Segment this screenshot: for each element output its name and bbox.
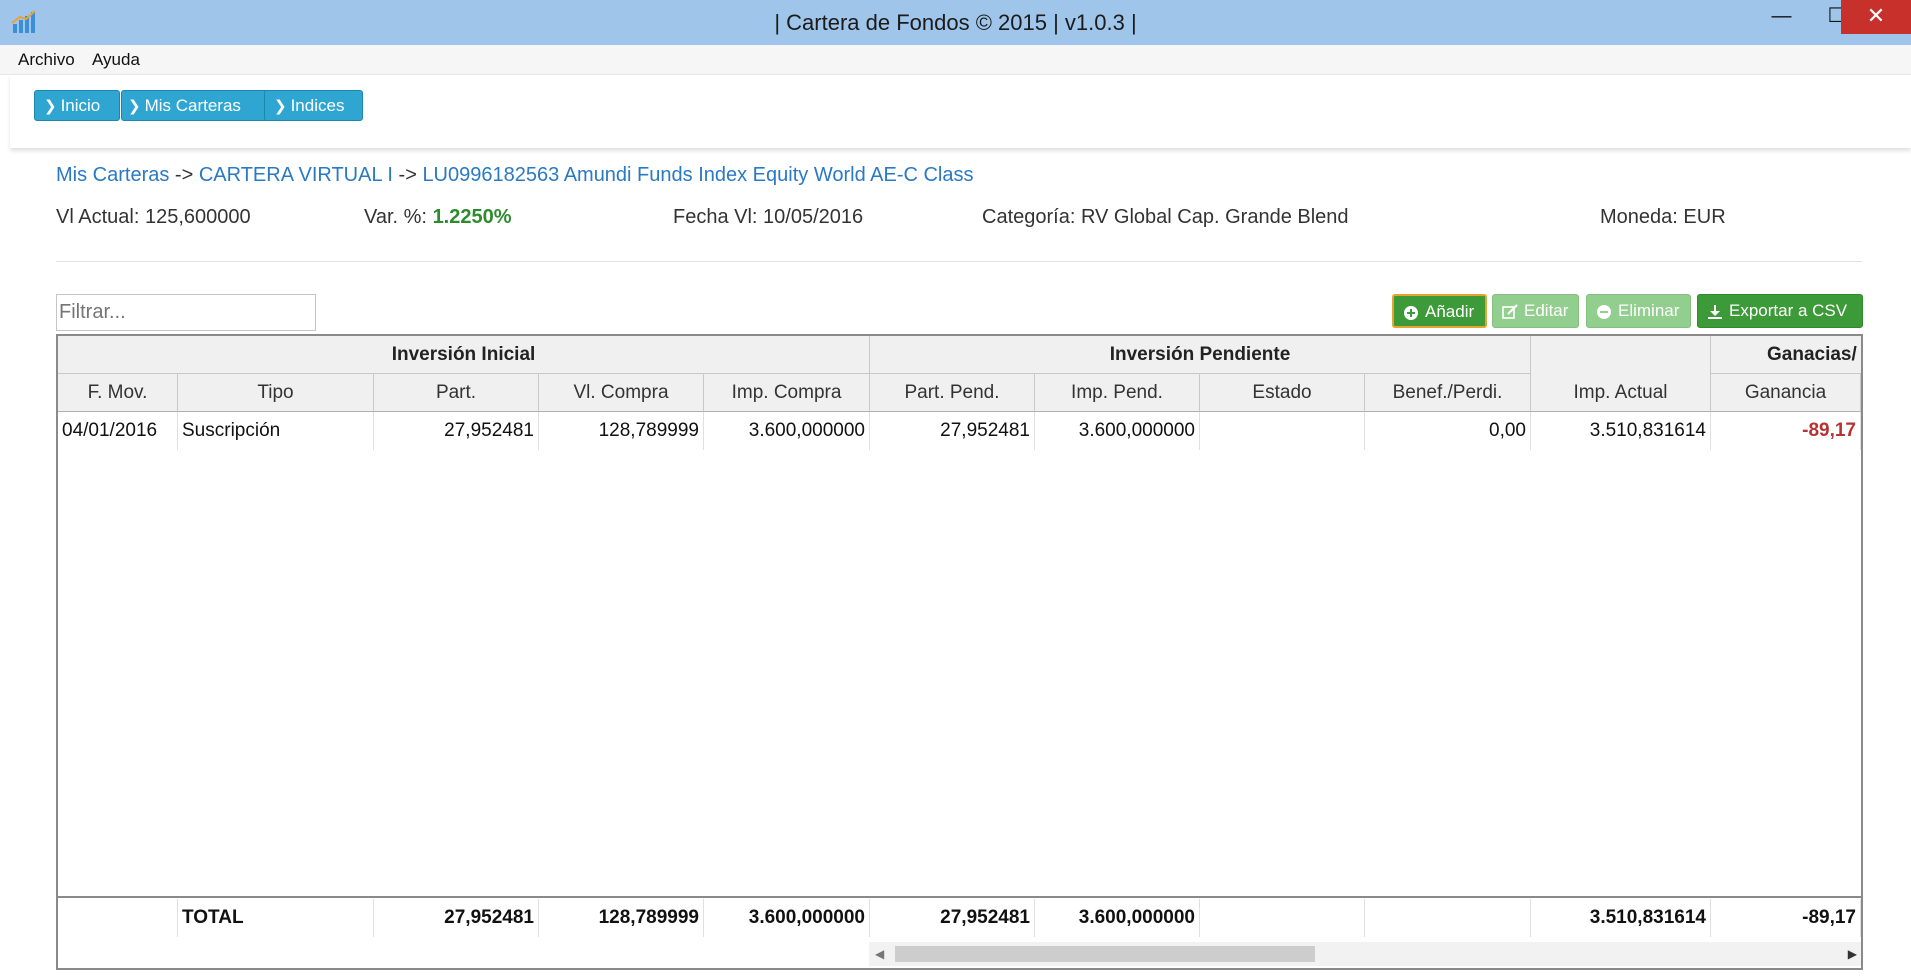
fecha-label: Fecha Vl:: [673, 206, 758, 228]
cell-vl-compra: 128,789999: [539, 412, 704, 450]
categoria-label: Categoría:: [982, 206, 1076, 228]
vl-actual-value: 125,600000: [144, 206, 251, 228]
nav-indices-label: Indices: [290, 96, 345, 115]
add-button[interactable]: Añadir: [1392, 294, 1487, 328]
total-benef-perdi: [1365, 899, 1531, 937]
column-header-imp-compra[interactable]: Imp. Compra: [704, 374, 870, 412]
filter-input[interactable]: [56, 294, 316, 331]
scroll-right-arrow-icon[interactable]: ▶: [1848, 942, 1857, 966]
minimize-button[interactable]: —: [1754, 0, 1809, 34]
total-label: TOTAL: [178, 899, 374, 937]
cell-ganancia: -89,17: [1711, 412, 1861, 450]
cell-imp-compra: 3.600,000000: [704, 412, 870, 450]
window-title: | Cartera de Fondos © 2015 | v1.0.3 |: [774, 10, 1137, 35]
plus-circle-icon: [1404, 306, 1418, 320]
total-vl-compra: 128,789999: [539, 899, 704, 937]
total-estado: [1200, 899, 1365, 937]
cell-part-pend: 27,952481: [870, 412, 1035, 450]
horizontal-scrollbar[interactable]: ◀ ▶: [869, 942, 1861, 966]
vl-actual-label: Vl Actual:: [56, 206, 140, 228]
breadcrumb-portfolio-link[interactable]: CARTERA VIRTUAL I: [199, 164, 393, 186]
cell-f-mov: 04/01/2016: [58, 412, 178, 450]
column-header-tipo[interactable]: Tipo: [178, 374, 374, 412]
column-header-imp-pend[interactable]: Imp. Pend.: [1035, 374, 1200, 412]
nav-mis-carteras-button[interactable]: ❯ Mis Carteras: [121, 90, 269, 121]
minus-circle-icon: [1597, 305, 1611, 319]
nav-inicio-button[interactable]: ❯ Inicio: [34, 90, 120, 121]
total-imp-compra: 3.600,000000: [704, 899, 870, 937]
download-icon: [1708, 305, 1722, 319]
chevron-right-icon: ❯: [44, 98, 57, 115]
breadcrumb-mis-carteras-link[interactable]: Mis Carteras: [56, 164, 169, 186]
chevron-right-icon: ❯: [274, 98, 287, 115]
nav-inicio-label: Inicio: [60, 96, 101, 115]
cell-benef-perdi: 0,00: [1365, 412, 1531, 450]
breadcrumb: Mis Carteras -> CARTERA VIRTUAL I -> LU0…: [56, 164, 974, 187]
total-part-pend: 27,952481: [870, 899, 1035, 937]
nav-indices-button[interactable]: ❯ Indices: [264, 90, 363, 121]
moneda-label: Moneda:: [1600, 206, 1678, 228]
export-csv-button[interactable]: Exportar a CSV: [1697, 294, 1863, 328]
scrollbar-thumb[interactable]: [895, 946, 1315, 962]
edit-icon: [1502, 304, 1518, 319]
movements-table: Inversión Inicial Inversión Pendiente Ga…: [56, 334, 1863, 970]
cell-imp-actual: 3.510,831614: [1531, 412, 1711, 450]
moneda-value: EUR: [1683, 206, 1726, 228]
total-imp-actual: 3.510,831614: [1531, 899, 1711, 937]
scroll-left-arrow-icon[interactable]: ◀: [875, 942, 884, 966]
column-header-benef-perdi[interactable]: Benef./Perdi.: [1365, 374, 1531, 412]
column-header-estado[interactable]: Estado: [1200, 374, 1365, 412]
column-header-ganancia[interactable]: Ganancia: [1711, 374, 1861, 412]
total-f-mov: [58, 899, 178, 937]
close-button[interactable]: ✕: [1841, 0, 1911, 34]
chevron-right-icon: ❯: [128, 98, 141, 115]
column-header-f-mov[interactable]: F. Mov.: [58, 374, 178, 412]
column-header-imp-actual[interactable]: Imp. Actual: [1531, 374, 1711, 412]
delete-button[interactable]: Eliminar: [1586, 294, 1691, 328]
menu-bar: Archivo Ayuda: [0, 45, 1911, 75]
vl-actual-info: Vl Actual: 125,600000: [56, 206, 251, 229]
breadcrumb-separator: ->: [398, 164, 417, 186]
nav-toolbar: ❯ Inicio ❯ Mis Carteras ❯ Indices: [10, 75, 1911, 148]
column-header-part-pend[interactable]: Part. Pend.: [870, 374, 1035, 412]
nav-mis-carteras-label: Mis Carteras: [144, 96, 241, 115]
export-csv-button-label: Exportar a CSV: [1729, 301, 1848, 320]
column-header-vl-compra[interactable]: Vl. Compra: [539, 374, 704, 412]
var-label: Var. %:: [364, 206, 427, 228]
total-imp-pend: 3.600,000000: [1035, 899, 1200, 937]
cell-tipo: Suscripción: [178, 412, 374, 450]
fecha-value: 10/05/2016: [763, 206, 864, 228]
totals-divider: [58, 896, 1861, 898]
menu-archivo[interactable]: Archivo: [18, 50, 75, 70]
add-button-label: Añadir: [1425, 302, 1475, 321]
menu-ayuda[interactable]: Ayuda: [92, 50, 140, 70]
edit-button[interactable]: Editar: [1492, 294, 1579, 328]
cell-part: 27,952481: [374, 412, 539, 450]
group-header-inversion-inicial: Inversión Inicial: [58, 336, 870, 374]
delete-button-label: Eliminar: [1618, 301, 1680, 320]
breadcrumb-fund-link[interactable]: LU0996182563 Amundi Funds Index Equity W…: [422, 164, 973, 186]
title-bar: | Cartera de Fondos © 2015 | v1.0.3 | — …: [0, 0, 1911, 45]
cell-imp-pend: 3.600,000000: [1035, 412, 1200, 450]
group-header-ganancias: Ganacias/: [1711, 336, 1861, 374]
total-part: 27,952481: [374, 899, 539, 937]
group-header-inversion-pendiente: Inversión Pendiente: [870, 336, 1531, 374]
cell-estado: [1200, 412, 1365, 450]
categoria-info: Categoría: RV Global Cap. Grande Blend: [982, 206, 1349, 229]
column-header-part[interactable]: Part.: [374, 374, 539, 412]
edit-button-label: Editar: [1524, 301, 1569, 320]
fecha-info: Fecha Vl: 10/05/2016: [673, 206, 863, 229]
var-info: Var. %: 1.2250%: [364, 206, 512, 229]
categoria-value: RV Global Cap. Grande Blend: [1080, 206, 1349, 228]
divider: [56, 261, 1862, 262]
var-value: 1.2250%: [432, 206, 512, 228]
breadcrumb-separator: ->: [174, 164, 194, 186]
moneda-info: Moneda: EUR: [1600, 206, 1726, 229]
total-ganancia: -89,17: [1711, 899, 1861, 937]
